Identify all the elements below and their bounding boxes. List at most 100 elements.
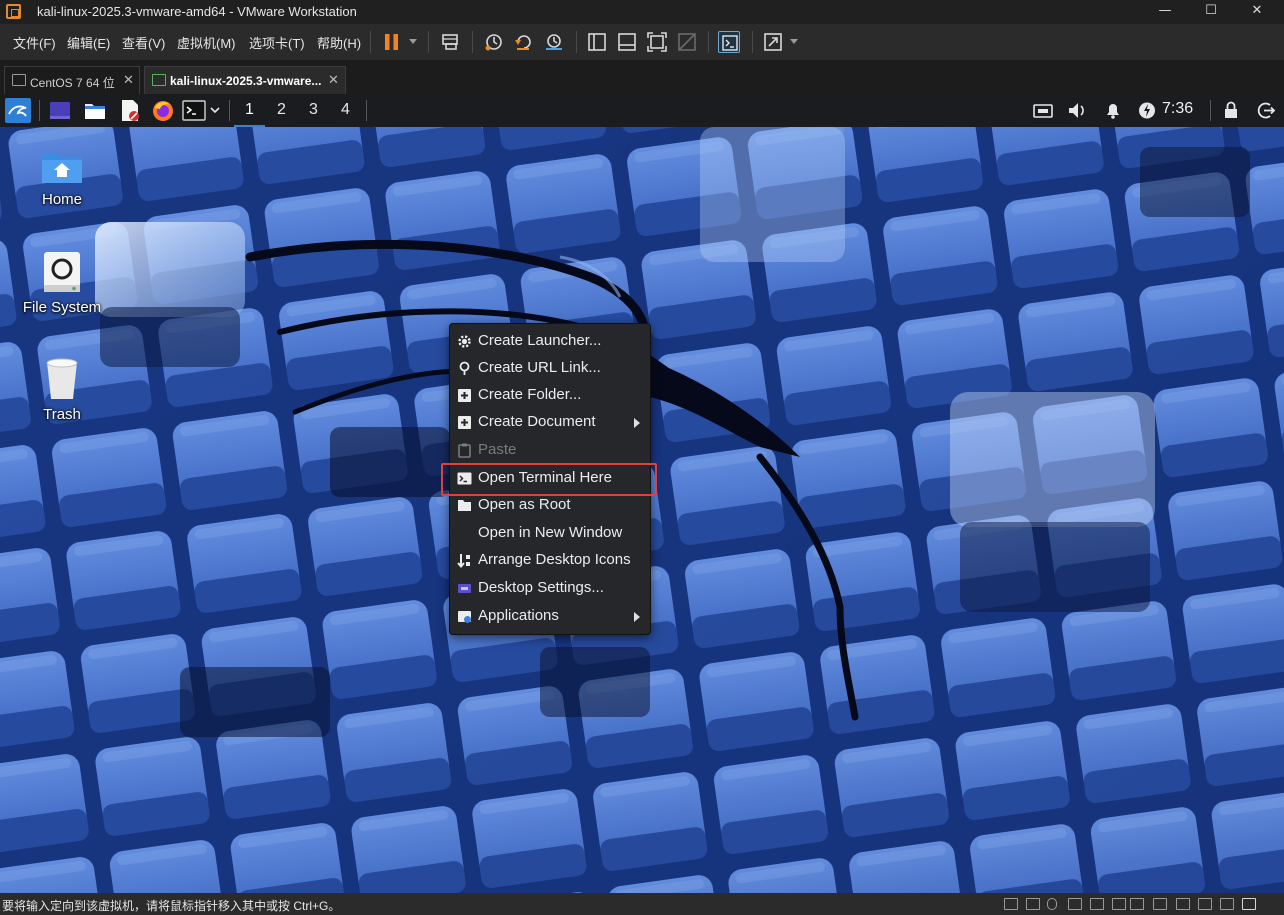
usb-device-icon[interactable] bbox=[1153, 898, 1167, 910]
maximize-button[interactable]: ☐ bbox=[1188, 0, 1234, 24]
show-desktop-icon[interactable] bbox=[48, 98, 72, 123]
send-ctrl-alt-del-icon[interactable] bbox=[440, 31, 462, 53]
vmware-workstation-window: kali-linux-2025.3-vmware-amd64 - VMware … bbox=[0, 0, 1284, 915]
menu-edit[interactable]: 编辑(E) bbox=[67, 33, 110, 52]
arrange-icon bbox=[457, 553, 472, 569]
tab-close-icon[interactable]: ✕ bbox=[123, 72, 134, 88]
menu-item-open-as-root[interactable]: Open as Root bbox=[450, 492, 650, 519]
kali-menu-icon[interactable] bbox=[4, 98, 32, 123]
menu-item-create-url-link[interactable]: Create URL Link... bbox=[450, 355, 650, 382]
hard-disk-icon[interactable] bbox=[1004, 898, 1018, 910]
menu-file[interactable]: 文件(F) bbox=[13, 33, 56, 52]
show-library-icon[interactable] bbox=[586, 31, 608, 53]
home-folder-icon bbox=[42, 153, 82, 183]
menu-item-applications[interactable]: Applications bbox=[450, 603, 650, 630]
snapshot-icon[interactable] bbox=[483, 31, 505, 53]
title-bar: kali-linux-2025.3-vmware-amd64 - VMware … bbox=[0, 0, 1284, 24]
workspace-1[interactable]: 1 bbox=[234, 94, 265, 127]
tab-label: kali-linux-2025.3-vmware... bbox=[170, 74, 322, 88]
power-dropdown-icon[interactable] bbox=[409, 39, 417, 44]
power-manager-icon[interactable] bbox=[1136, 98, 1158, 123]
firefox-icon[interactable] bbox=[151, 98, 175, 123]
camera-icon[interactable] bbox=[1198, 898, 1212, 910]
menu-help[interactable]: 帮助(H) bbox=[317, 33, 361, 52]
tab-centos[interactable]: CentOS 7 64 位 ✕ bbox=[4, 66, 140, 94]
close-button[interactable]: ✕ bbox=[1234, 0, 1280, 24]
pause-icon[interactable] bbox=[381, 31, 403, 53]
sound-card-icon[interactable] bbox=[1068, 898, 1082, 910]
vm-status-icon[interactable] bbox=[1242, 898, 1256, 910]
toolbar-separator bbox=[576, 31, 577, 53]
folder-icon bbox=[457, 498, 472, 513]
vm-icon bbox=[12, 74, 26, 86]
menu-item-open-in-new-window[interactable]: Open in New Window bbox=[450, 520, 650, 547]
desktop-icon-label: Home bbox=[41, 191, 82, 208]
network-icon[interactable] bbox=[1032, 98, 1054, 123]
workspace-3[interactable]: 3 bbox=[298, 94, 329, 127]
toolbar-separator bbox=[370, 31, 371, 53]
applications-icon bbox=[457, 609, 472, 624]
window-title: kali-linux-2025.3-vmware-amd64 - VMware … bbox=[37, 4, 357, 19]
full-screen-icon[interactable] bbox=[646, 31, 668, 53]
menu-view[interactable]: 查看(V) bbox=[122, 33, 165, 52]
menu-item-arrange-desktop-icons[interactable]: Arrange Desktop Icons bbox=[450, 547, 650, 574]
annotation-highlight-box bbox=[441, 463, 657, 496]
gear-icon bbox=[457, 334, 472, 349]
stretch-guest-icon[interactable] bbox=[762, 31, 784, 53]
file-manager-icon[interactable] bbox=[83, 98, 107, 123]
snapshot-manager-icon[interactable] bbox=[543, 31, 565, 53]
panel-separator bbox=[1210, 100, 1211, 121]
console-view-icon[interactable] bbox=[718, 31, 740, 53]
menu-item-create-launcher[interactable]: Create Launcher... bbox=[450, 328, 650, 355]
display-icon[interactable] bbox=[1112, 898, 1126, 910]
clipboard-icon bbox=[457, 443, 472, 458]
panel-separator bbox=[229, 100, 230, 121]
desktop-icon-home[interactable]: Home bbox=[7, 147, 117, 208]
lock-screen-icon[interactable] bbox=[1220, 98, 1242, 123]
stretch-dropdown-icon[interactable] bbox=[790, 39, 798, 44]
volume-icon[interactable] bbox=[1066, 98, 1088, 123]
panel-separator bbox=[39, 100, 40, 121]
thumbnail-bar-icon[interactable] bbox=[616, 31, 638, 53]
tab-close-icon[interactable]: ✕ bbox=[328, 72, 339, 88]
message-log-icon[interactable] bbox=[1220, 898, 1234, 910]
usb-icon[interactable] bbox=[1047, 898, 1057, 910]
menu-item-create-document[interactable]: Create Document bbox=[450, 409, 650, 436]
minimize-button[interactable]: — bbox=[1142, 0, 1188, 24]
network-adapter-icon[interactable] bbox=[1026, 898, 1040, 910]
workspace-4[interactable]: 4 bbox=[330, 94, 361, 127]
menu-item-paste: Paste bbox=[450, 437, 650, 464]
bluetooth-icon[interactable] bbox=[1176, 898, 1190, 910]
menu-item-create-folder[interactable]: Create Folder... bbox=[450, 382, 650, 409]
toolbar-separator bbox=[752, 31, 753, 53]
revert-snapshot-icon[interactable] bbox=[513, 31, 535, 53]
desktop-settings-icon bbox=[457, 581, 472, 596]
status-bar: 要将输入定向到该虚拟机，请将鼠标指针移入其中或按 Ctrl+G。 bbox=[0, 893, 1284, 915]
menu-tabs[interactable]: 选项卡(T) bbox=[249, 33, 305, 52]
desktop-icon-label: File System bbox=[22, 299, 102, 316]
panel-clock[interactable]: 7:36 bbox=[1162, 100, 1193, 118]
text-editor-icon[interactable] bbox=[118, 98, 142, 123]
launcher-dropdown-icon[interactable] bbox=[209, 98, 221, 123]
unity-mode-icon bbox=[676, 31, 698, 53]
toolbar-separator bbox=[472, 31, 473, 53]
drive-icon bbox=[44, 252, 80, 292]
tab-kali[interactable]: kali-linux-2025.3-vmware... ✕ bbox=[144, 66, 346, 94]
logout-icon[interactable] bbox=[1255, 98, 1277, 123]
menu-item-desktop-settings[interactable]: Desktop Settings... bbox=[450, 575, 650, 602]
desktop-icon-file-system[interactable]: File System bbox=[7, 249, 117, 316]
printer-icon[interactable] bbox=[1130, 898, 1144, 910]
terminal-icon[interactable] bbox=[182, 98, 206, 123]
new-document-icon bbox=[457, 415, 472, 430]
kali-panel: 1 2 3 4 7:36 bbox=[0, 94, 1284, 127]
cd-dvd-icon[interactable] bbox=[1090, 898, 1104, 910]
tab-label: CentOS 7 64 位 bbox=[30, 76, 115, 90]
toolbar-separator bbox=[428, 31, 429, 53]
notifications-icon[interactable] bbox=[1102, 98, 1124, 123]
status-message: 要将输入定向到该虚拟机，请将鼠标指针移入其中或按 Ctrl+G。 bbox=[2, 899, 341, 913]
kali-desktop[interactable]: Home File System Trash Create Launcher..… bbox=[0, 127, 1284, 893]
vmware-logo-icon bbox=[6, 4, 21, 19]
workspace-2[interactable]: 2 bbox=[266, 94, 297, 127]
desktop-icon-trash[interactable]: Trash bbox=[7, 356, 117, 423]
menu-vm[interactable]: 虚拟机(M) bbox=[177, 33, 236, 52]
